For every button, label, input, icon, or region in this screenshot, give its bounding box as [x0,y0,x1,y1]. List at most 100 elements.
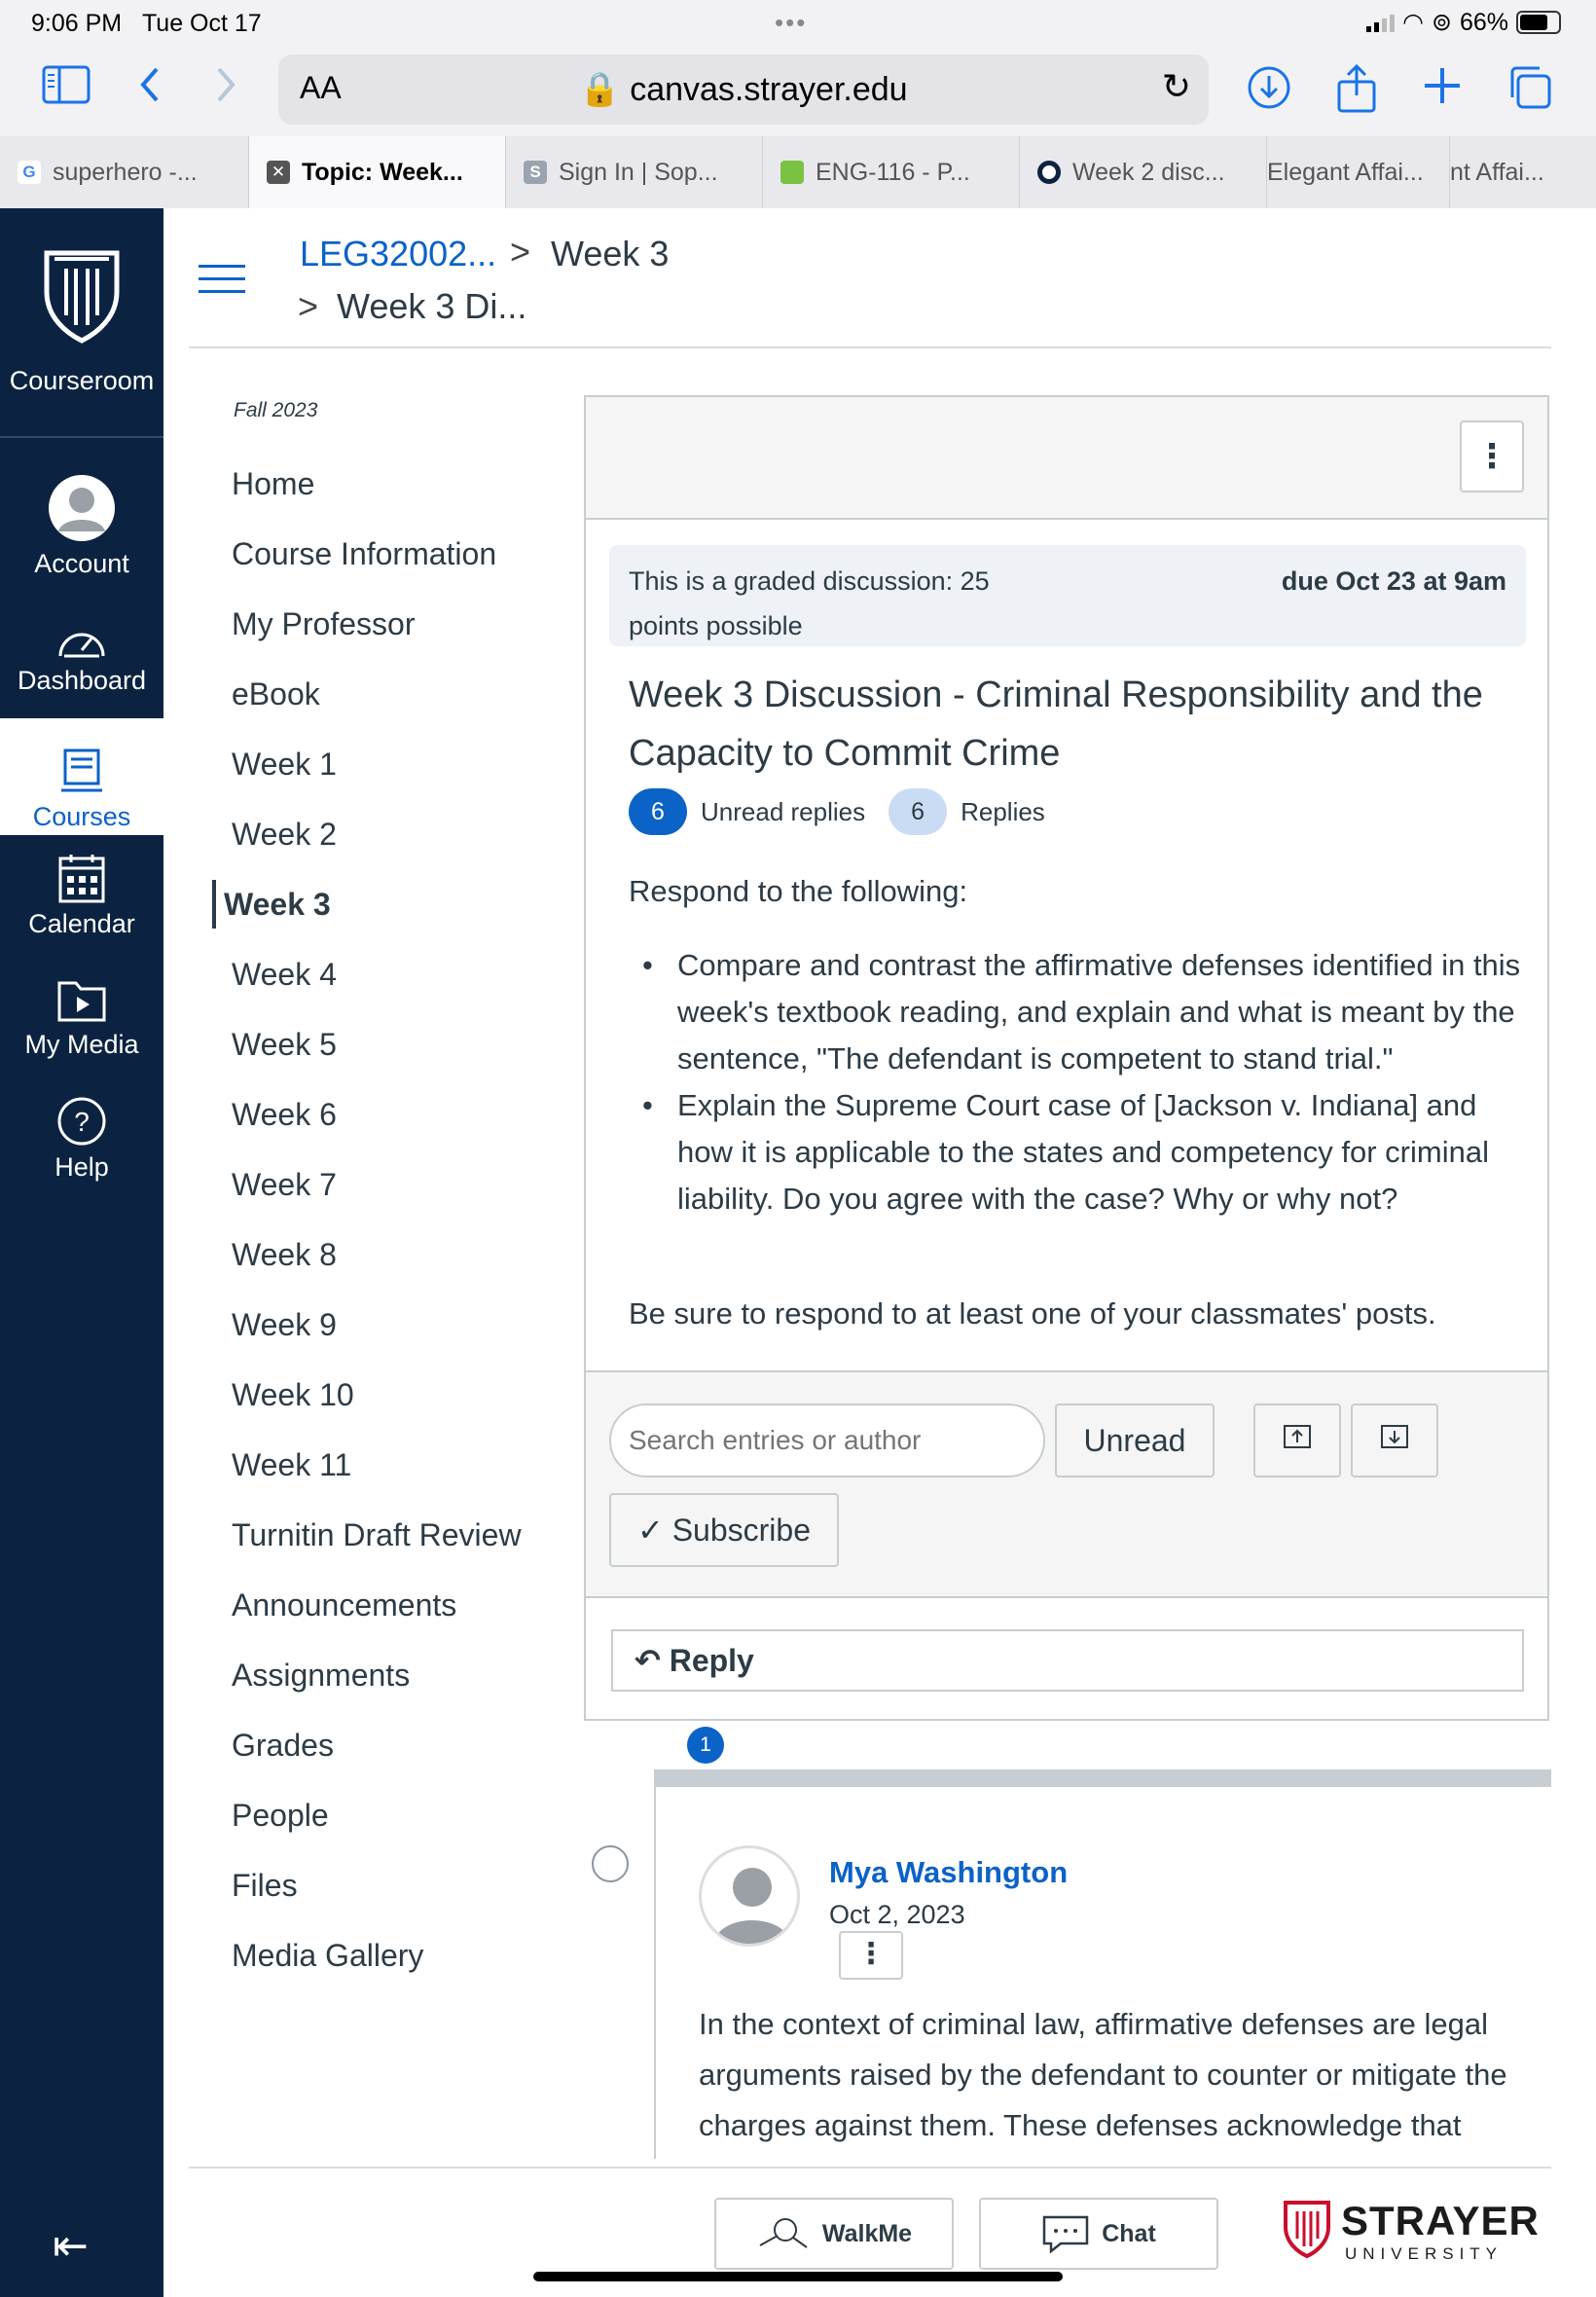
download-icon[interactable] [1242,64,1296,119]
hamburger-menu-icon[interactable] [199,265,245,303]
wifi-icon: ◠ [1402,9,1424,36]
nav-courses-label: Courses [32,802,131,831]
tab-sign-in[interactable]: S Sign In | Sop... [506,136,763,208]
check-icon: ✓ [637,1513,664,1548]
mark-read-radio[interactable] [592,1845,629,1882]
course-nav-home[interactable]: Home [222,459,314,508]
avatar[interactable] [699,1845,800,1947]
breadcrumb-topic: Week 3 Di... [337,286,527,326]
more-options-button[interactable]: ⋮ [1460,420,1524,492]
entry-top-bar [656,1769,1551,1787]
course-nav-week-2[interactable]: Week 2 [222,810,337,858]
course-nav-week-1[interactable]: Week 1 [222,740,337,788]
course-nav-ebook[interactable]: eBook [222,670,320,718]
arrow-up-box-icon [1284,1425,1311,1448]
nav-calendar[interactable]: Calendar [0,853,163,960]
entry-author[interactable]: Mya Washington [829,1855,1068,1890]
course-nav-grades[interactable]: Grades [222,1721,334,1769]
course-nav-my-professor[interactable]: My Professor [222,600,415,648]
circle-icon [1037,161,1061,184]
subscribe-button[interactable]: ✓ Subscribe [609,1493,839,1567]
status-time: 9:06 PM Tue Oct 17 [31,10,262,37]
battery-icon [1516,11,1561,34]
back-icon[interactable] [123,64,177,119]
walkme-button[interactable]: WalkMe [714,2198,954,2270]
tab-affairs[interactable]: nt Affai... [1450,136,1596,208]
expand-down-button[interactable] [1351,1404,1438,1477]
multitasking-dots[interactable]: ••• [775,8,807,38]
share-icon[interactable] [1329,63,1384,119]
course-nav-week-11[interactable]: Week 11 [222,1440,351,1489]
course-nav-week-10[interactable]: Week 10 [222,1370,354,1419]
course-nav-files[interactable]: Files [222,1861,298,1910]
course-nav-announcements[interactable]: Announcements [222,1581,456,1629]
tab-elegant-affairs[interactable]: Elegant Affai... [1267,136,1450,208]
expand-up-button[interactable] [1253,1404,1341,1477]
unread-filter-button[interactable]: Unread [1055,1404,1215,1477]
forward-icon[interactable] [199,64,253,119]
nav-my-media[interactable]: My Media [0,975,163,1082]
nav-divider [0,436,163,438]
breadcrumb-week[interactable]: Week 3 [551,234,669,274]
courseroom-label: Courseroom [9,366,155,395]
tabs-icon[interactable] [1503,64,1557,119]
course-nav-week-7[interactable]: Week 7 [222,1160,337,1209]
nav-dashboard[interactable]: Dashboard [0,621,163,718]
strayer-brand: STRAYER UNIVERSITY [1283,2198,1555,2266]
help-icon: ? [57,1097,106,1146]
sidebar-icon[interactable] [39,64,93,119]
address-bar[interactable]: AA 🔒 canvas.strayer.edu ↻ [278,55,1209,125]
course-nav-turnitin[interactable]: Turnitin Draft Review [222,1511,522,1559]
replies-label: Replies [961,796,1045,826]
graded-info: This is a graded discussion: 25 points p… [609,545,1526,646]
nav-help-label: Help [54,1152,109,1182]
url-text[interactable]: 🔒 canvas.strayer.edu [278,70,1209,109]
chat-icon [1042,2215,1089,2253]
reply-button[interactable]: ↶ Reply [611,1629,1524,1692]
tab-superhero[interactable]: G superhero -... [0,136,249,208]
nav-my-media-label: My Media [24,1030,139,1059]
entry-options-button[interactable]: ⋮ [839,1931,903,1980]
reply-label: Reply [669,1643,754,1678]
tab-topic-week[interactable]: ✕ Topic: Week... [249,136,506,208]
tab-label: Week 2 disc... [1072,158,1225,186]
close-icon[interactable]: ✕ [267,161,290,184]
course-nav-people[interactable]: People [222,1791,329,1840]
bullet-item: Explain the Supreme Court case of [Jacks… [629,1082,1524,1222]
google-icon: G [18,161,41,184]
course-nav-assignments[interactable]: Assignments [222,1651,410,1699]
course-nav-week-4[interactable]: Week 4 [222,950,337,999]
tab-eng-116[interactable]: ENG-116 - P... [763,136,1020,208]
course-nav-week-3[interactable]: Week 3 [212,880,331,929]
course-nav-media-gallery[interactable]: Media Gallery [222,1931,423,1980]
reload-icon[interactable]: ↻ [1162,66,1191,107]
strayer-logo-icon [1284,2201,1330,2258]
nav-account[interactable]: Account [0,473,163,590]
nav-help[interactable]: ? Help [0,1096,163,1203]
course-nav-course-information[interactable]: Course Information [222,529,496,578]
collapse-nav-icon[interactable]: ⇤ [53,2221,89,2271]
entry-date: Oct 2, 2023 [829,1900,965,1929]
battery-percent: 66% [1459,8,1508,36]
walkme-label: WalkMe [821,2219,913,2247]
course-nav-week-8[interactable]: Week 8 [222,1230,337,1279]
course-nav-week-6[interactable]: Week 6 [222,1090,337,1139]
home-indicator[interactable] [533,2272,1063,2281]
term-label: Fall 2023 [234,399,318,421]
nav-courses[interactable]: Courses [0,718,163,835]
breadcrumb-course[interactable]: LEG32002... [300,234,496,274]
tab-label: Elegant Affai... [1267,158,1424,186]
discussion-filter-bar: Unread ✓ Subscribe [586,1370,1547,1598]
chat-button[interactable]: Chat [979,2198,1218,2270]
breadcrumb-chevron-icon: > [510,232,531,272]
global-nav: Courseroom Account Dashboard Courses Cal… [0,208,163,2297]
breadcrumb: LEG32002... > Week 3 > Week 3 Di... [189,208,1551,348]
new-tab-icon[interactable] [1415,64,1469,119]
courseroom-logo[interactable]: Courseroom [0,208,163,436]
course-nav-week-9[interactable]: Week 9 [222,1300,337,1349]
search-input[interactable] [609,1404,1045,1477]
course-nav-week-5[interactable]: Week 5 [222,1020,337,1069]
discussion-bullets: Compare and contrast the affirmative def… [629,942,1524,1222]
tab-week-2-disc[interactable]: Week 2 disc... [1020,136,1267,208]
bullet-item: Compare and contrast the affirmative def… [629,942,1524,1082]
